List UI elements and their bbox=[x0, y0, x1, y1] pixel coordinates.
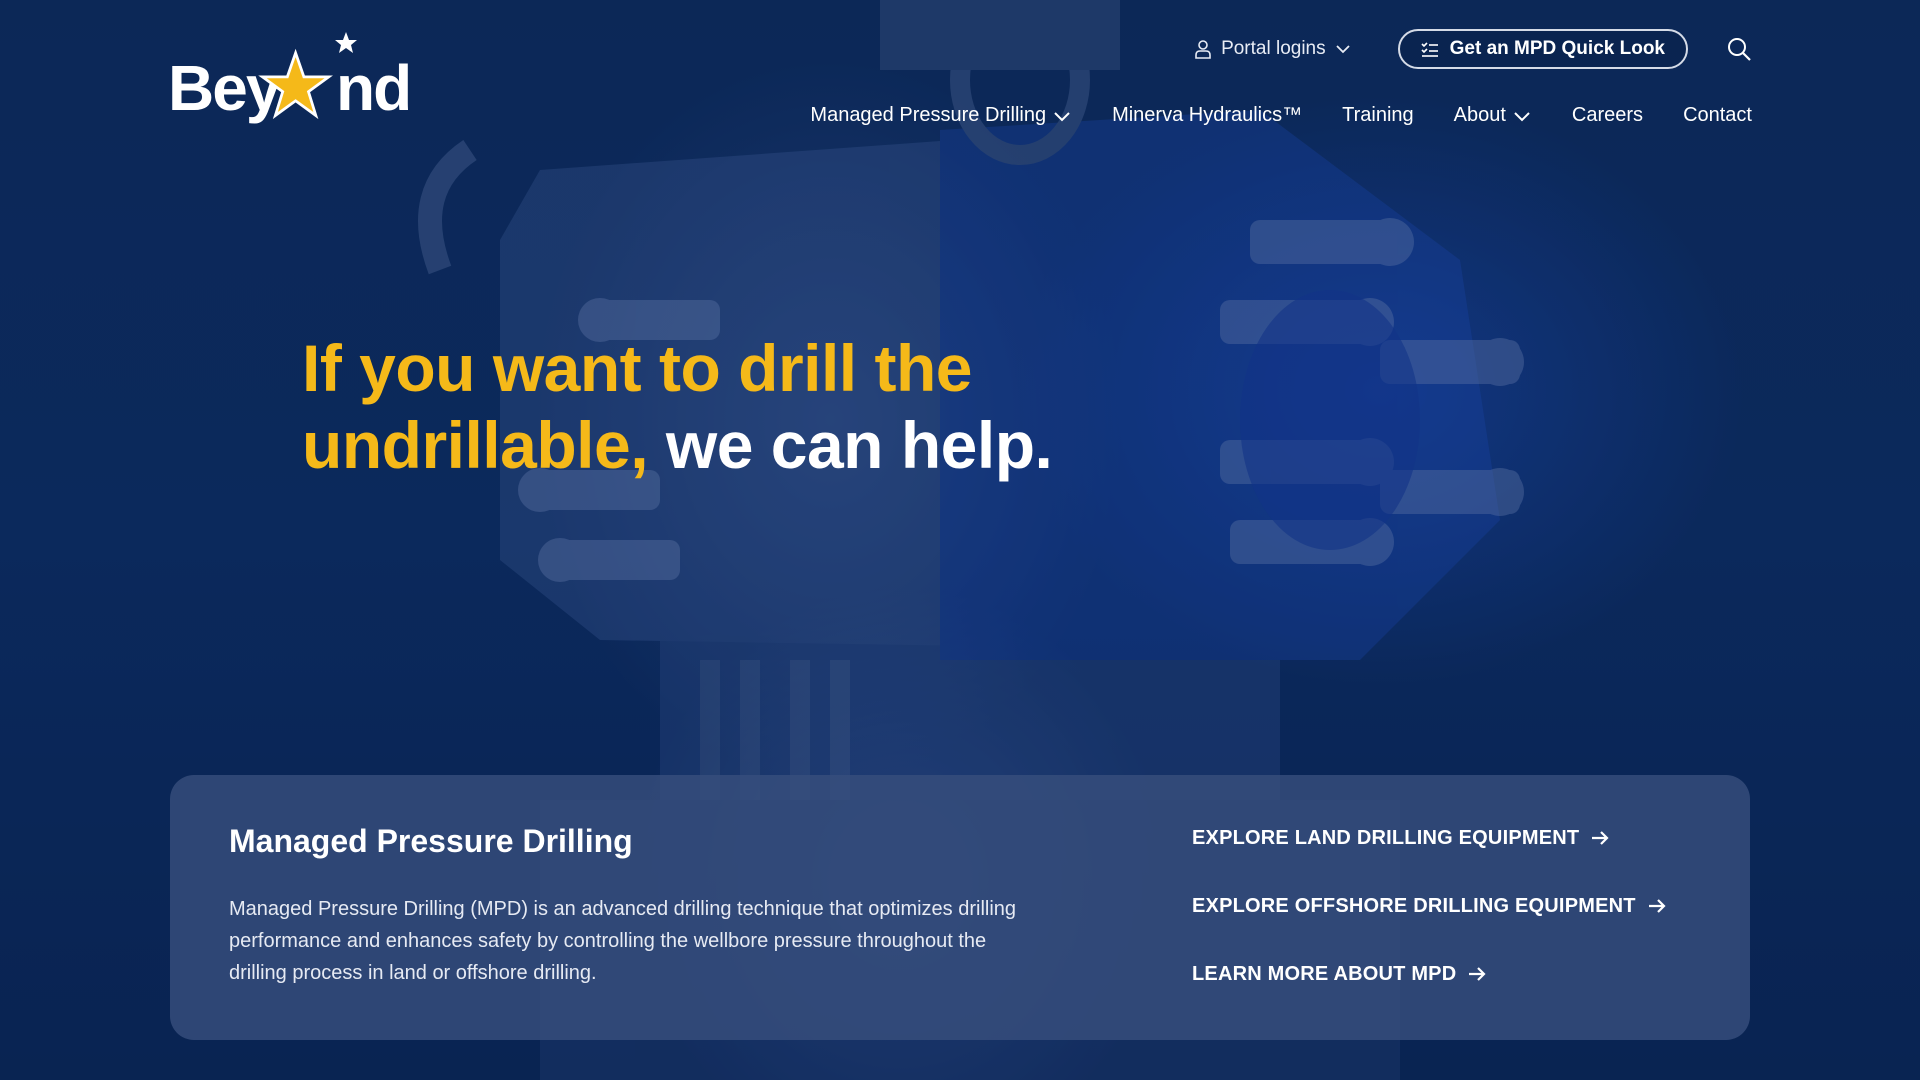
link-label: EXPLORE LAND DRILLING EQUIPMENT bbox=[1192, 826, 1580, 849]
chevron-down-icon bbox=[1054, 111, 1070, 121]
utility-bar: Portal logins Get an MPD Quick Look bbox=[1193, 28, 1752, 70]
card-links: EXPLORE LAND DRILLING EQUIPMENT EXPLORE … bbox=[1192, 823, 1668, 1027]
search-icon[interactable] bbox=[1726, 36, 1752, 62]
nav-item-label: Managed Pressure Drilling bbox=[810, 104, 1047, 126]
headline-rest: we can help. bbox=[665, 408, 1053, 482]
link-label: EXPLORE OFFSHORE DRILLING EQUIPMENT bbox=[1192, 894, 1636, 917]
mpd-info-card: Managed Pressure Drilling Managed Pressu… bbox=[170, 775, 1750, 1040]
nav-item-about[interactable]: About bbox=[1454, 104, 1532, 127]
mpd-quick-look-button[interactable]: Get an MPD Quick Look bbox=[1397, 29, 1688, 69]
nav-item-managed-pressure-drilling[interactable]: Managed Pressure Drilling bbox=[810, 104, 1072, 127]
main-nav: Managed Pressure Drilling Minerva Hydrau… bbox=[810, 104, 1752, 127]
checklist-icon bbox=[1421, 42, 1438, 57]
nav-item-minerva-hydraulics[interactable]: Minerva Hydraulics™ bbox=[1112, 104, 1302, 127]
learn-more-mpd-link[interactable]: LEARN MORE ABOUT MPD bbox=[1192, 959, 1668, 989]
chevron-down-icon bbox=[1335, 45, 1350, 54]
link-label: LEARN MORE ABOUT MPD bbox=[1192, 962, 1457, 985]
arrow-right-icon bbox=[1469, 967, 1486, 981]
nav-item-training[interactable]: Training bbox=[1342, 104, 1414, 127]
portal-logins-menu[interactable]: Portal logins bbox=[1193, 38, 1352, 60]
card-title: Managed Pressure Drilling bbox=[229, 823, 633, 859]
user-icon bbox=[1195, 40, 1211, 59]
hero-section: Bey nd Portal logins Get an MPD Quick Lo… bbox=[0, 0, 1920, 1080]
nav-item-label: Careers bbox=[1571, 104, 1644, 126]
arrow-right-icon bbox=[1648, 899, 1666, 913]
nav-item-label: Contact bbox=[1683, 104, 1752, 126]
nav-item-careers[interactable]: Careers bbox=[1572, 104, 1643, 127]
beyond-logo[interactable]: Bey nd bbox=[168, 28, 418, 124]
nav-item-label: Minerva Hydraulics™ bbox=[1112, 104, 1303, 126]
arrow-right-icon bbox=[1592, 831, 1609, 845]
svg-text:nd: nd bbox=[336, 52, 410, 124]
mpd-quick-look-label: Get an MPD Quick Look bbox=[1449, 38, 1665, 59]
explore-land-drilling-link[interactable]: EXPLORE LAND DRILLING EQUIPMENT bbox=[1192, 823, 1668, 853]
nav-item-label: About bbox=[1453, 104, 1506, 126]
nav-item-label: Training bbox=[1342, 104, 1414, 126]
nav-item-contact[interactable]: Contact bbox=[1683, 104, 1752, 127]
hero-headline: If you want to drill the undrillable, we… bbox=[302, 330, 1062, 484]
chevron-down-icon bbox=[1514, 111, 1530, 121]
portal-logins-label: Portal logins bbox=[1221, 38, 1326, 59]
explore-offshore-drilling-link[interactable]: EXPLORE OFFSHORE DRILLING EQUIPMENT bbox=[1192, 891, 1668, 921]
svg-text:Bey: Bey bbox=[168, 52, 282, 124]
card-description: Managed Pressure Drilling (MPD) is an ad… bbox=[229, 898, 1017, 984]
